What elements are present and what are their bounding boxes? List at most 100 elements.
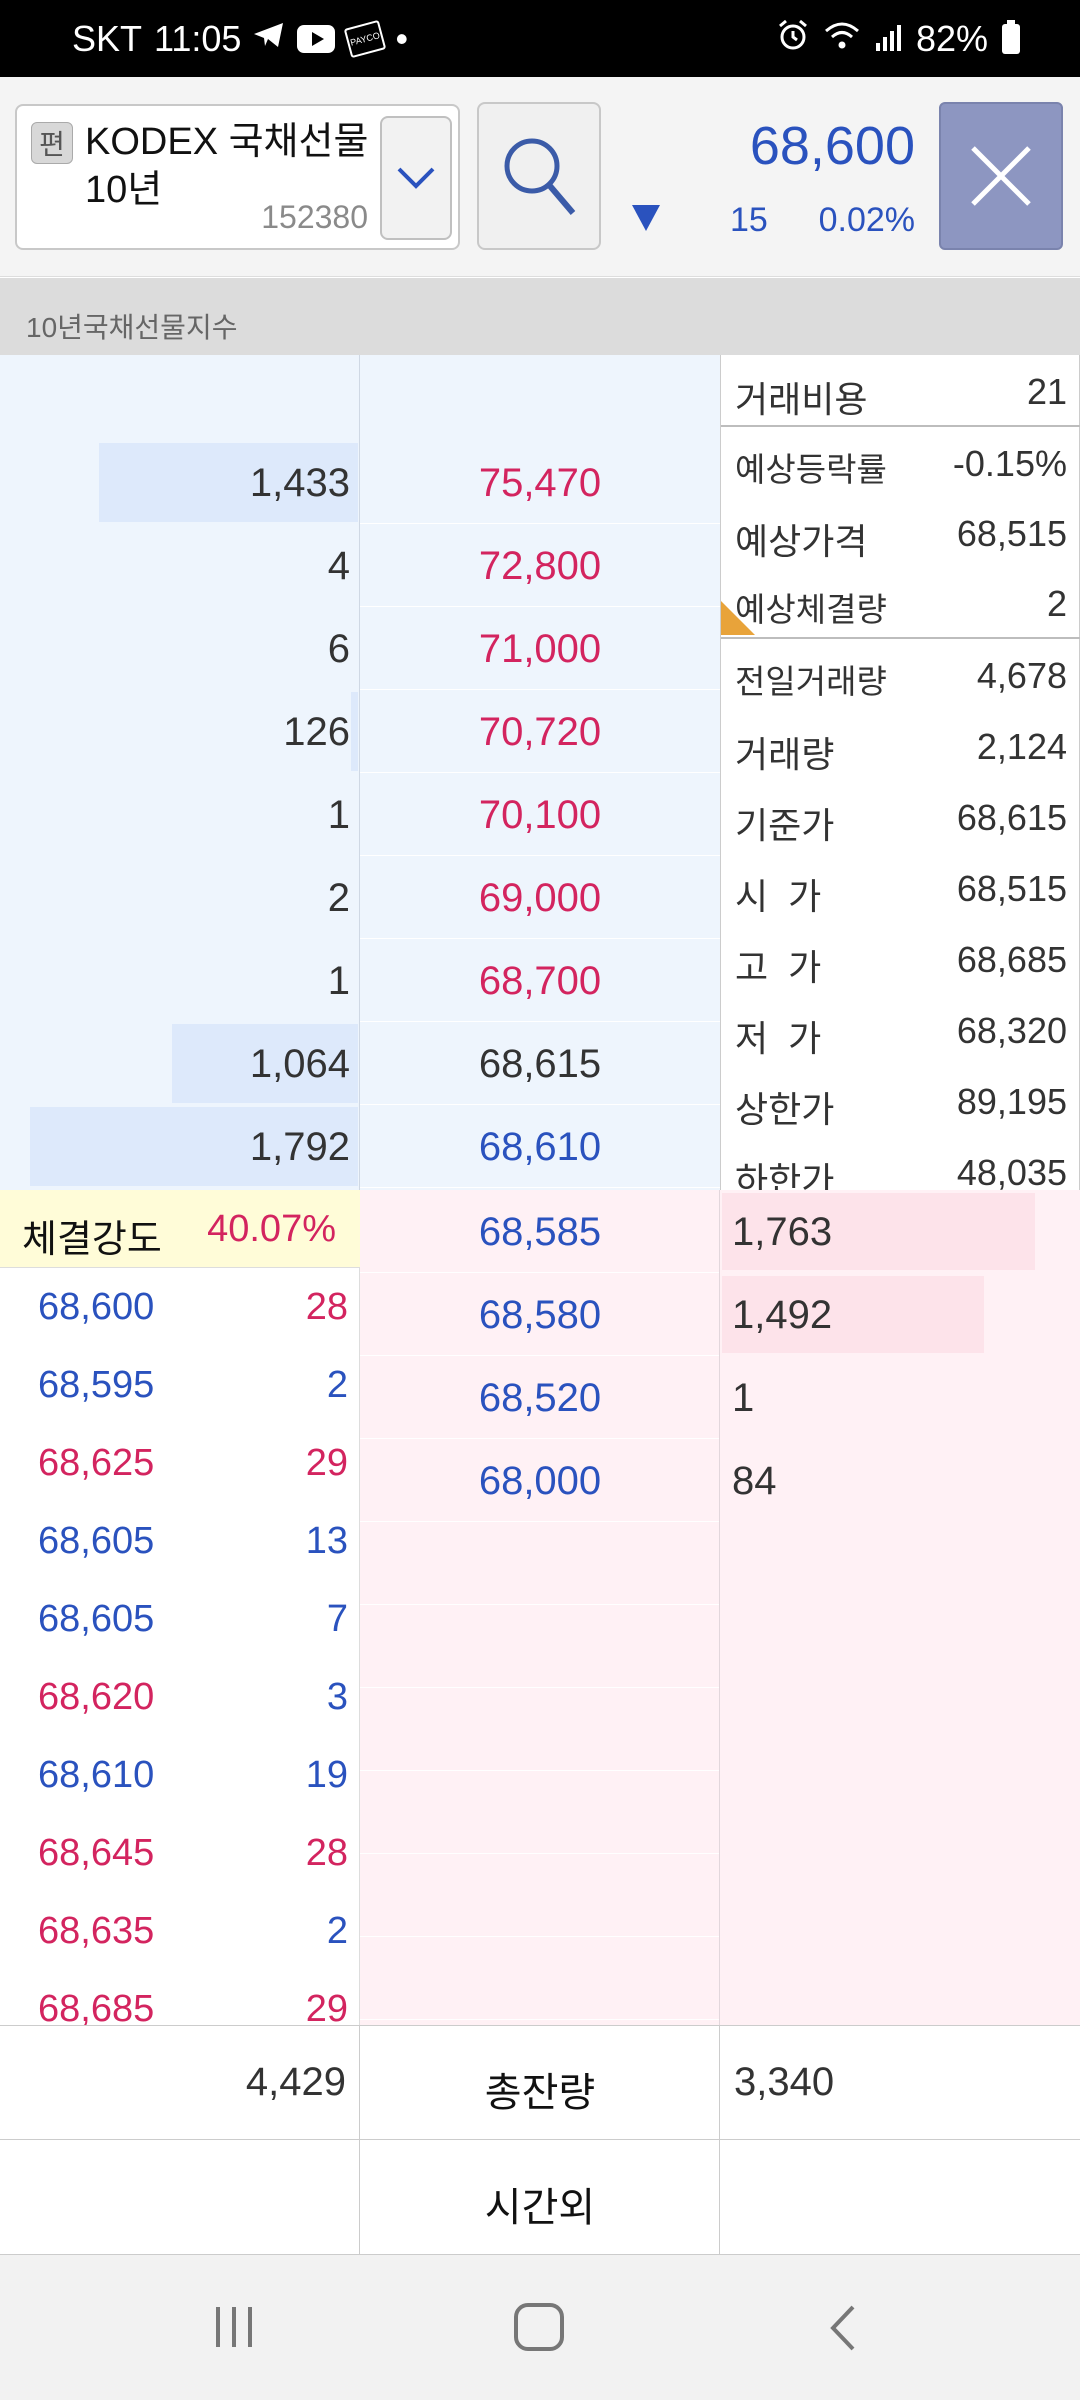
bid-qty: 1: [732, 1376, 755, 1420]
battery-percent: 82%: [915, 17, 988, 59]
summary-divider: [719, 2025, 720, 2255]
tick-volume: 2: [326, 1364, 348, 1406]
home-button[interactable]: [512, 2301, 568, 2358]
column-divider: [719, 1190, 720, 2025]
ask-row[interactable]: 2 69,000: [0, 856, 720, 939]
price-down-icon: [632, 205, 660, 231]
bid-price-cell[interactable]: 68,580: [360, 1273, 720, 1356]
tick-price: 68,635: [38, 1910, 155, 1952]
bid-price-cell[interactable]: [360, 1522, 720, 1605]
alarm-icon: [776, 18, 810, 60]
status-bar: SKT 11:05 PAYCO • 82%: [0, 0, 1080, 77]
after-hours-label[interactable]: 시간외: [360, 2175, 720, 2233]
back-icon: [830, 2305, 855, 2351]
tick-price: 68,605: [38, 1598, 155, 1640]
tick-list[interactable]: 68,600 28 68,595 2 68,625 29 68,605 13 68,605 7 68…: [0, 1268, 360, 2025]
stock-dropdown-button[interactable]: [380, 116, 452, 240]
ask-qty: 6: [327, 627, 350, 671]
info-lower-limit: 하한가 48,035: [735, 1152, 1067, 1190]
info-base-price: 기준가 68,615: [735, 797, 1067, 846]
total-label: 총잔량: [484, 2071, 596, 2115]
tick-volume: 28: [305, 1286, 348, 1328]
ask-price-cell[interactable]: 68,610: [360, 1105, 720, 1188]
tick-volume: 3: [326, 1676, 348, 1718]
ask-price-cell[interactable]: 70,100: [360, 773, 720, 856]
tick-volume: 29: [305, 1988, 348, 2025]
bid-price: 68,580: [478, 1293, 602, 1337]
change-amount: 15: [730, 201, 768, 239]
info-high: 고 가 68,685: [735, 939, 1067, 988]
ask-price: 75,470: [478, 461, 602, 505]
ask-row[interactable]: 1,792 68,610: [0, 1105, 720, 1188]
recent-apps-icon: [216, 2307, 252, 2347]
ask-row[interactable]: 126 70,720: [0, 690, 720, 773]
tick-volume: 7: [326, 1598, 348, 1640]
bid-price: 68,520: [478, 1376, 602, 1420]
ask-row[interactable]: 6 71,000: [0, 607, 720, 690]
summary-table: 4,429 총잔량 3,340 시간외: [0, 2025, 1080, 2255]
back-button[interactable]: [825, 2303, 861, 2358]
ask-price-cell[interactable]: 70,720: [360, 690, 720, 773]
bid-qty: 1,492: [732, 1293, 833, 1337]
tick-price: 68,610: [38, 1754, 155, 1796]
stock-selector[interactable]: 편 KODEX 국채선물 10년 152380: [15, 104, 460, 250]
search-button[interactable]: [477, 102, 601, 250]
wifi-icon: [824, 18, 860, 60]
ask-price-cell[interactable]: 72,800: [360, 524, 720, 607]
edit-badge[interactable]: 편: [31, 122, 73, 164]
summary-divider: [359, 2025, 360, 2255]
tick-row: 68,620 3: [0, 1658, 359, 1736]
info-prev-volume: 전일거래량 4,678: [735, 655, 1067, 700]
tick-price: 68,595: [38, 1364, 155, 1406]
close-icon: [971, 146, 1031, 206]
info-fee: 거래비용 21: [735, 371, 1067, 420]
ask-price-cell[interactable]: 69,000: [360, 856, 720, 939]
bid-price-cell[interactable]: [360, 1937, 720, 2020]
tick-row: 68,605 7: [0, 1580, 359, 1658]
notification-dot: •: [395, 17, 409, 59]
bid-qty: 1,763: [732, 1210, 833, 1254]
ask-row[interactable]: 1,064 68,615: [0, 1022, 720, 1105]
tick-price: 68,600: [38, 1286, 155, 1328]
info-low: 저 가 68,320: [735, 1010, 1067, 1059]
bid-price-cell[interactable]: 68,000: [360, 1439, 720, 1522]
after-hours-row: 시간외: [0, 2141, 1080, 2255]
column-divider: [359, 355, 360, 1190]
bid-price-cell[interactable]: [360, 1771, 720, 1854]
total-remaining-row: 4,429 총잔량 3,340: [0, 2026, 1080, 2140]
ask-row[interactable]: 1 70,100: [0, 773, 720, 856]
battery-icon: [1002, 19, 1020, 54]
info-upper-limit: 상한가 89,195: [735, 1081, 1067, 1130]
close-button[interactable]: [939, 102, 1063, 250]
ask-price: 68,615: [478, 1042, 602, 1086]
ask-price-cell[interactable]: 71,000: [360, 607, 720, 690]
ask-row[interactable]: 1,433 75,470: [0, 441, 720, 524]
carrier-label: SKT: [72, 17, 143, 59]
bid-price-cell[interactable]: 68,520: [360, 1356, 720, 1439]
bid-price: 68,000: [478, 1459, 602, 1503]
tick-row: 68,600 28: [0, 1268, 359, 1346]
info-panel: 거래비용 21 예상등락률 -0.15% 예상가격 68,515 예상체결량 2…: [720, 355, 1080, 1190]
bid-price-cell[interactable]: [360, 1854, 720, 1937]
ask-price: 71,000: [478, 627, 602, 671]
bid-price-cell[interactable]: [360, 1605, 720, 1688]
bid-price-cell[interactable]: 68,585: [360, 1190, 720, 1273]
index-name: 10년국채선물지수: [0, 278, 1080, 355]
chevron-down-icon: [397, 167, 435, 189]
youtube-icon: [297, 24, 336, 53]
bid-price-cell[interactable]: [360, 1688, 720, 1771]
tick-volume: 28: [305, 1832, 348, 1874]
system-nav-bar: [0, 2255, 1080, 2400]
ask-qty: 1: [327, 793, 350, 837]
home-icon: [514, 2303, 564, 2351]
payco-icon: PAYCO: [344, 19, 387, 58]
ask-price-cell[interactable]: 68,615: [360, 1022, 720, 1105]
change-percent: 0.02%: [818, 201, 915, 239]
ask-row[interactable]: 4 72,800: [0, 524, 720, 607]
ask-qty: 1,064: [249, 1042, 350, 1086]
ask-row[interactable]: 1 68,700: [0, 939, 720, 1022]
ask-price-cell[interactable]: 68,700: [360, 939, 720, 1022]
tick-price: 68,620: [38, 1676, 155, 1718]
ask-price-cell[interactable]: 75,470: [360, 441, 720, 524]
recent-apps-button[interactable]: [210, 2303, 258, 2356]
